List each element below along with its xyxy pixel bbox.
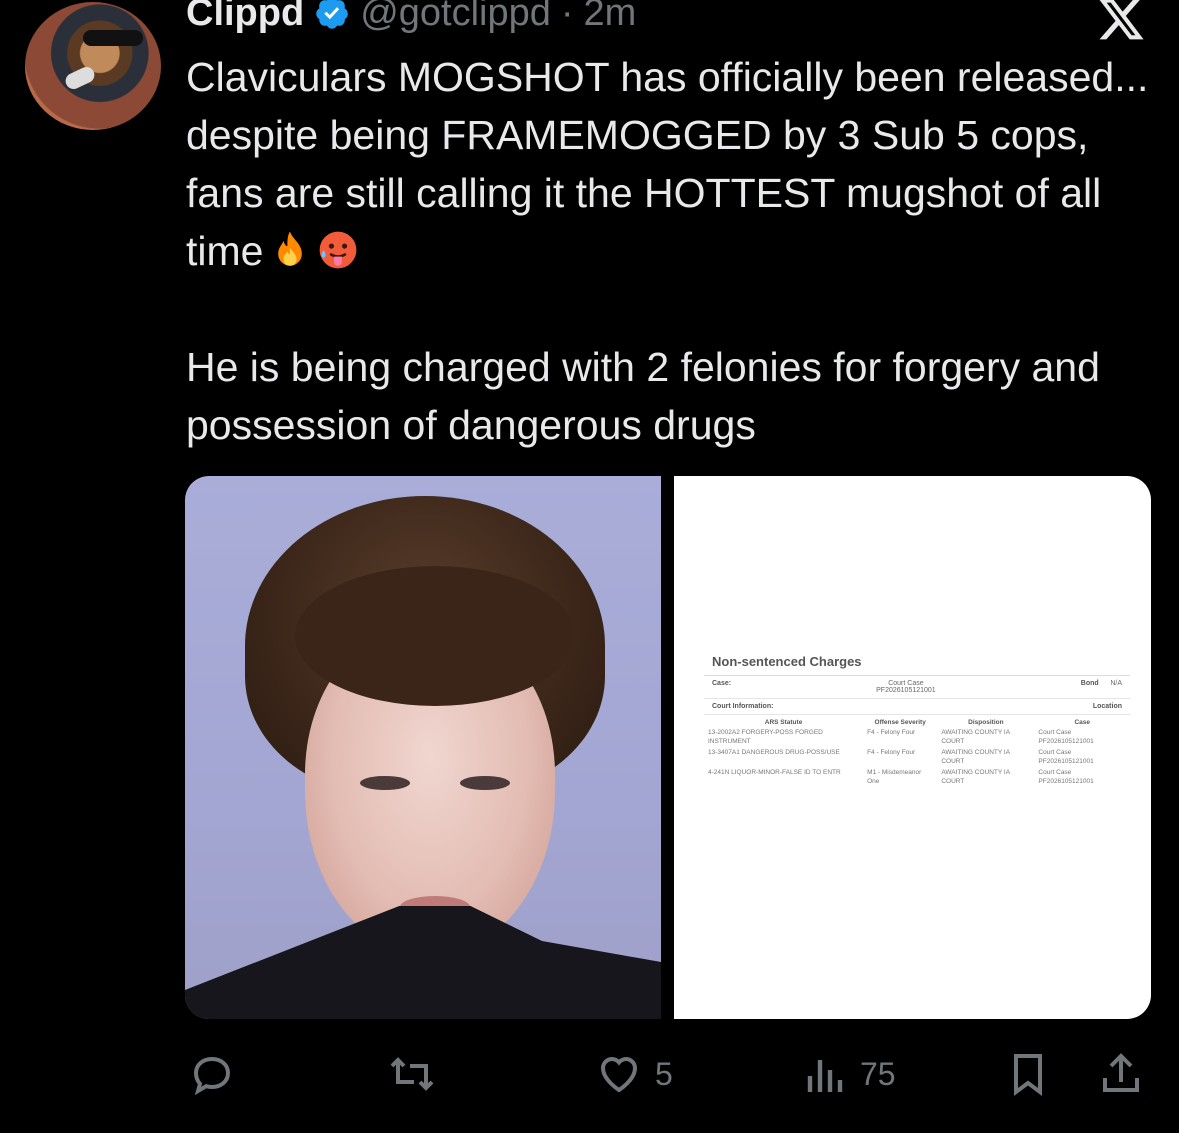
author-name[interactable]: Clippd <box>186 0 304 35</box>
tweet-paragraph-2: He is being charged with 2 felonies for … <box>186 344 1100 448</box>
table-cell: 4-241N LIQUOR-MINOR-FALSE ID TO ENTR <box>708 769 841 776</box>
heart-icon <box>600 1057 638 1093</box>
fire-emoji-icon <box>278 231 303 266</box>
hot-face-emoji-icon <box>320 231 357 269</box>
table-cell: Court Case PF2026105121001 <box>1038 729 1094 745</box>
avatar-glasses <box>83 30 143 46</box>
retweet-icon <box>390 1057 434 1091</box>
table-cell: F4 - Felony Four <box>867 749 916 756</box>
share-button[interactable] <box>1097 1050 1145 1098</box>
court-info-label: Court Information: <box>712 703 774 710</box>
bond: Bond N/A <box>1081 680 1122 694</box>
photo-left-eye <box>360 776 410 790</box>
column-header: Disposition <box>968 719 1004 726</box>
table-cell: Court Case PF2026105121001 <box>1038 769 1094 785</box>
case-label: Case: <box>712 680 732 687</box>
court-info-row: Court Information: Location <box>704 699 1130 715</box>
location-label: Location <box>1092 703 1122 710</box>
column-header: ARS Statute <box>764 719 803 726</box>
view-count: 75 <box>860 1055 896 1092</box>
tweet-text: Claviculars MOGSHOT has officially been … <box>186 48 1166 454</box>
reply-icon <box>193 1056 231 1096</box>
photo-shirt <box>185 906 661 1019</box>
x-logo-icon <box>1099 0 1144 40</box>
table-cell: AWAITING COUNTY IA COURT <box>941 749 1010 765</box>
table-cell: F4 - Felony Four <box>867 729 916 736</box>
case-row: Case: Court Case PF2026105121001 Bond N/… <box>704 676 1130 699</box>
column-header: Offense Severity <box>874 719 926 726</box>
court-case-value: PF2026105121001 <box>876 687 936 694</box>
mugshot-photo[interactable] <box>185 476 661 1019</box>
media-divider <box>661 476 674 1019</box>
action-bar: 5 75 <box>0 1040 1179 1110</box>
author-handle[interactable]: @gotclippd <box>360 0 551 35</box>
photo-right-eye <box>460 776 510 790</box>
table-cell: Court Case PF2026105121001 <box>1038 749 1094 765</box>
photo-fringe <box>295 566 575 706</box>
bond-label: Bond <box>1080 680 1099 687</box>
table-cell: AWAITING COUNTY IA COURT <box>941 769 1010 785</box>
charges-document-image[interactable]: Non-sentenced Charges Case: Court Case P… <box>674 476 1151 1019</box>
table-cell: 13-2002A2 FORGERY-POSS FORGED INSTRUMENT <box>708 729 823 745</box>
charges-list: ARS Statute Offense Severity Disposition… <box>704 715 1130 787</box>
bookmark-button[interactable] <box>1004 1050 1052 1098</box>
bookmark-icon <box>1014 1054 1042 1096</box>
court-case: Court Case PF2026105121001 <box>876 680 936 694</box>
time-separator: · <box>560 0 574 34</box>
tweet-paragraph-1: Claviculars MOGSHOT has officially been … <box>186 48 1166 280</box>
table-row: 13-3407A1 DANGEROUS DRUG-POSS/USE F4 - F… <box>704 747 1130 767</box>
like-button[interactable]: 5 <box>595 1050 673 1098</box>
tweet-header: Clippd @gotclippd · 2m <box>186 0 636 38</box>
retweet-button[interactable] <box>385 1050 439 1098</box>
media-grid: Non-sentenced Charges Case: Court Case P… <box>185 476 1151 1019</box>
column-header: Case <box>1074 719 1090 726</box>
table-cell: M1 - Misdemeanor One <box>867 769 922 785</box>
verified-badge-icon <box>316 0 349 29</box>
table-row: 13-2002A2 FORGERY-POSS FORGED INSTRUMENT… <box>704 727 1130 747</box>
table-cell: AWAITING COUNTY IA COURT <box>941 729 1010 745</box>
charges-title: Non-sentenced Charges <box>704 648 1130 676</box>
like-count: 5 <box>655 1055 673 1092</box>
table-cell: 13-3407A1 DANGEROUS DRUG-POSS/USE <box>708 749 840 756</box>
avatar[interactable] <box>25 2 161 130</box>
charges-table: Non-sentenced Charges Case: Court Case P… <box>704 648 1130 787</box>
reply-button[interactable] <box>188 1050 236 1098</box>
avatar-microphone <box>63 64 97 92</box>
tweet-time[interactable]: 2m <box>584 0 637 35</box>
table-header-row: ARS Statute Offense Severity Disposition… <box>704 715 1130 727</box>
table-row: 4-241N LIQUOR-MINOR-FALSE ID TO ENTR M1 … <box>704 767 1130 787</box>
views-button[interactable]: 75 <box>800 1050 896 1098</box>
views-icon <box>807 1060 843 1092</box>
share-icon <box>1103 1053 1139 1092</box>
bond-value: N/A <box>1110 680 1122 687</box>
court-case-label: Court Case <box>888 680 924 687</box>
